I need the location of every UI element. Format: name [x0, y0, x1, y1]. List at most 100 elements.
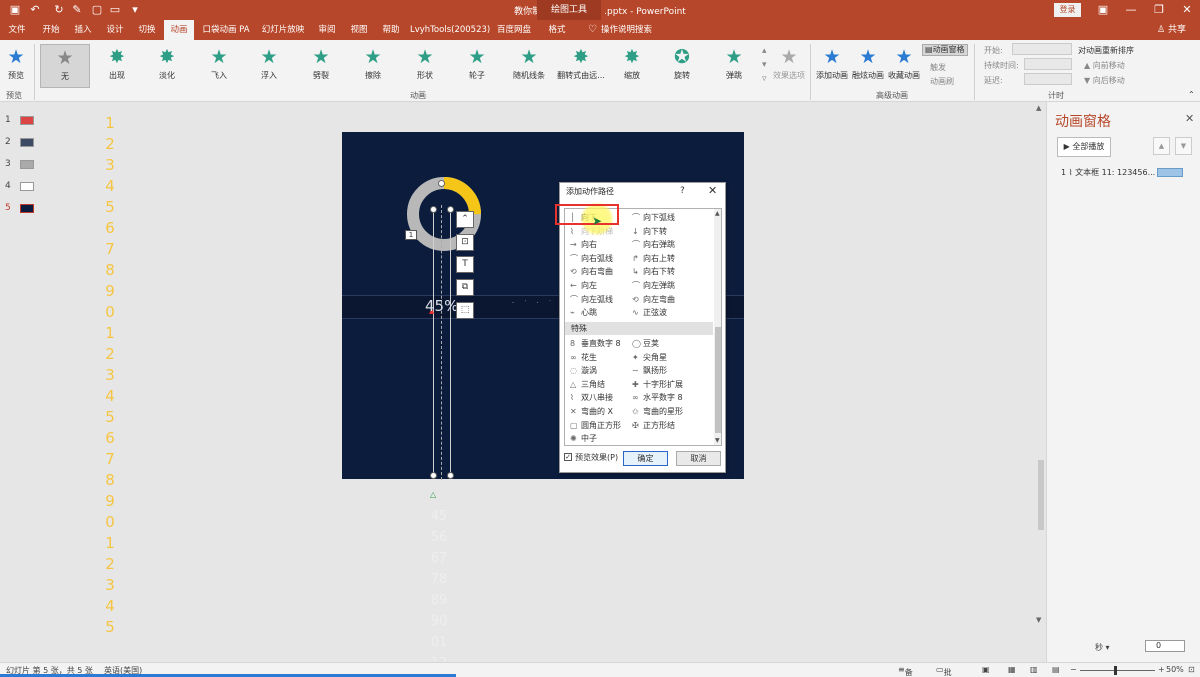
close-window-icon[interactable]: ✕ — [1180, 3, 1194, 17]
slide-thumb-2[interactable]: 2 — [0, 134, 47, 154]
move-earlier-button[interactable]: ▲ 向前移动 — [1084, 60, 1125, 71]
collapse-ribbon-icon[interactable]: ⌃ — [1188, 90, 1195, 99]
ok-button[interactable]: 确定 — [623, 451, 668, 466]
zoom-slider[interactable] — [1080, 670, 1155, 671]
tell-me-search[interactable]: 操作说明搜索 — [601, 20, 681, 40]
start-select[interactable] — [1012, 43, 1072, 55]
trigger-button[interactable]: 触发 — [930, 62, 946, 73]
list-scroll-down-icon[interactable]: ▼ — [715, 437, 720, 444]
editor-scrollbar-thumb[interactable] — [1038, 460, 1044, 530]
seconds-dropdown[interactable]: 秒 ▾ — [1095, 642, 1110, 653]
donut-progress[interactable] — [400, 170, 490, 260]
timeline-zoom[interactable]: 0 — [1145, 640, 1185, 652]
anim-shape[interactable]: ★ 形状 — [402, 44, 448, 88]
effect-options-button[interactable]: ★ 效果选项 — [772, 44, 806, 88]
resize-handle[interactable] — [430, 206, 437, 213]
reading-view-icon[interactable]: ▥ — [1030, 665, 1038, 674]
motion-path-option[interactable]: ⌒ 向右弧线 — [570, 253, 613, 264]
rotate-handle[interactable] — [438, 180, 445, 187]
motion-path-option[interactable]: ⟲ 向右弯曲 — [570, 266, 613, 277]
move-later-button[interactable]: ▼ 向后移动 — [1084, 75, 1125, 86]
tab-file[interactable]: 文件 — [2, 20, 32, 40]
crop-icon[interactable]: ⬚ — [456, 302, 474, 319]
motion-path-option[interactable]: ∞ 花生 — [570, 352, 597, 363]
motion-path-option[interactable]: ⌇ 双八串接 — [570, 392, 613, 403]
animation-painter-button[interactable]: 动画刷 — [930, 76, 954, 87]
anim-fly-in[interactable]: ★ 飞入 — [196, 44, 242, 88]
preview-effect-checkbox[interactable]: ✓ — [564, 453, 572, 461]
minimize-icon[interactable]: — — [1124, 3, 1138, 17]
zoom-in-icon[interactable]: + — [1158, 665, 1165, 674]
duration-input[interactable] — [1024, 58, 1072, 70]
motion-path-option[interactable]: △ 三角结 — [570, 379, 605, 390]
motion-path-option[interactable]: ✠ 正方形结 — [632, 420, 675, 431]
slide-thumb-5[interactable]: 5 — [0, 200, 47, 220]
resize-handle[interactable] — [430, 472, 437, 479]
motion-path-option[interactable]: ↳ 向右下转 — [632, 266, 675, 277]
motion-path-option[interactable]: ✦ 尖角星 — [632, 352, 667, 363]
tab-transitions[interactable]: 切换 — [132, 20, 162, 40]
collect-animation-button[interactable]: ★ 收藏动画 — [886, 44, 922, 88]
tab-slideshow[interactable]: 幻灯片放映 — [258, 20, 308, 40]
motion-path-option[interactable]: ⌒ 向左弹跳 — [632, 280, 675, 291]
motion-path-option[interactable]: ▢ 圆角正方形 — [570, 420, 621, 431]
anim-split[interactable]: ★ 劈裂 — [298, 44, 344, 88]
ribbon-display-icon[interactable]: ▣ — [1096, 3, 1110, 17]
path-start-marker-icon[interactable]: △ — [430, 490, 436, 499]
resize-handle[interactable] — [447, 472, 454, 479]
timeline-bar[interactable] — [1157, 168, 1183, 177]
editor-scrollbar[interactable] — [1036, 102, 1046, 662]
add-animation-button[interactable]: ★ 添加动画 — [814, 44, 850, 88]
motion-path-option[interactable]: ✕ 弯曲的 X — [570, 406, 613, 417]
motion-path-option[interactable]: → 向右 — [570, 239, 597, 250]
zoom-level[interactable]: 50% — [1166, 665, 1184, 674]
motion-path-option[interactable]: ✩ 弯曲的星形 — [632, 406, 683, 417]
tab-design[interactable]: 设计 — [100, 20, 130, 40]
anim-float-in[interactable]: ★ 浮入 — [246, 44, 292, 88]
slide-thumb-3[interactable]: 3 — [0, 156, 47, 176]
motion-path-option[interactable]: ⟲ 向左弯曲 — [632, 294, 675, 305]
slideshow-icon[interactable]: ▤ — [1052, 665, 1060, 674]
zoom-slider-thumb[interactable] — [1114, 666, 1117, 675]
scroll-up-icon[interactable]: ▲ — [1036, 104, 1041, 112]
help-icon[interactable]: ? — [680, 186, 685, 196]
tab-baidu-pan[interactable]: 百度网盘 — [492, 20, 536, 40]
scroll-down-icon[interactable]: ▼ — [1036, 616, 1041, 624]
cancel-button[interactable]: 取消 — [676, 451, 721, 466]
copy-style-icon[interactable]: ⧉ — [456, 279, 474, 296]
notes-button[interactable]: ≡ 备注 — [898, 665, 913, 677]
rolling-number-column[interactable]: 4556677889900112 — [427, 506, 451, 674]
slide-thumb-4[interactable]: 4 — [0, 178, 47, 198]
list-scrollbar[interactable] — [714, 209, 721, 445]
motion-path-option[interactable]: ← 向左 — [570, 280, 597, 291]
close-pane-icon[interactable]: ✕ — [1185, 112, 1194, 125]
comments-button[interactable]: ▭ 批注 — [936, 665, 952, 677]
play-all-button[interactable]: ▶ 全部播放 — [1057, 137, 1111, 157]
gallery-scroll-down-icon[interactable]: ▾ — [762, 60, 767, 70]
tab-lvyhtools[interactable]: LvyhTools(200523) — [410, 20, 490, 40]
animation-pane-button[interactable]: ▤动画窗格 — [922, 44, 968, 56]
anim-zoom[interactable]: ✸ 缩放 — [610, 44, 654, 88]
layout-options-icon[interactable]: ⌃ — [456, 211, 474, 228]
motion-path-option[interactable]: ⌒ 向右弹跳 — [632, 239, 675, 250]
restore-icon[interactable]: ❐ — [1152, 3, 1166, 17]
anim-grow-turn[interactable]: ✸ 翻转式由远... — [556, 44, 606, 88]
preview-button[interactable]: ★ 预览 — [2, 44, 30, 88]
motion-path-option[interactable]: ✺ 中子 — [570, 433, 597, 444]
list-scrollbar-thumb[interactable] — [715, 327, 721, 433]
yellow-digit-column[interactable]: 1 2 3 4 5 6 7 8 9 0 1 2 3 4 5 6 7 8 9 0 1 2 3 4 5 — [100, 113, 120, 638]
tab-review[interactable]: 审阅 — [312, 20, 342, 40]
gallery-scroll-up-icon[interactable]: ▴ — [762, 46, 767, 56]
anim-wipe[interactable]: ★ 擦除 — [350, 44, 396, 88]
motion-path-option[interactable]: ◯ 豆荚 — [632, 338, 659, 349]
motion-path-option[interactable]: ↓ 向下转 — [632, 226, 667, 237]
list-scroll-up-icon[interactable]: ▲ — [715, 210, 720, 217]
slide-thumb-1[interactable]: 1 — [0, 112, 47, 132]
motion-path-option[interactable]: 8 垂直数字 8 — [570, 338, 621, 349]
resize-handle[interactable] — [447, 206, 454, 213]
motion-path-option[interactable]: ◌ 漩涡 — [570, 365, 597, 376]
anim-none[interactable]: ★ 无 — [40, 44, 90, 88]
tab-pocket-animation[interactable]: 口袋动画 PA — [198, 20, 254, 40]
gallery-more-icon[interactable]: ▿ — [762, 74, 767, 84]
login-button[interactable]: 登录 — [1054, 3, 1081, 17]
